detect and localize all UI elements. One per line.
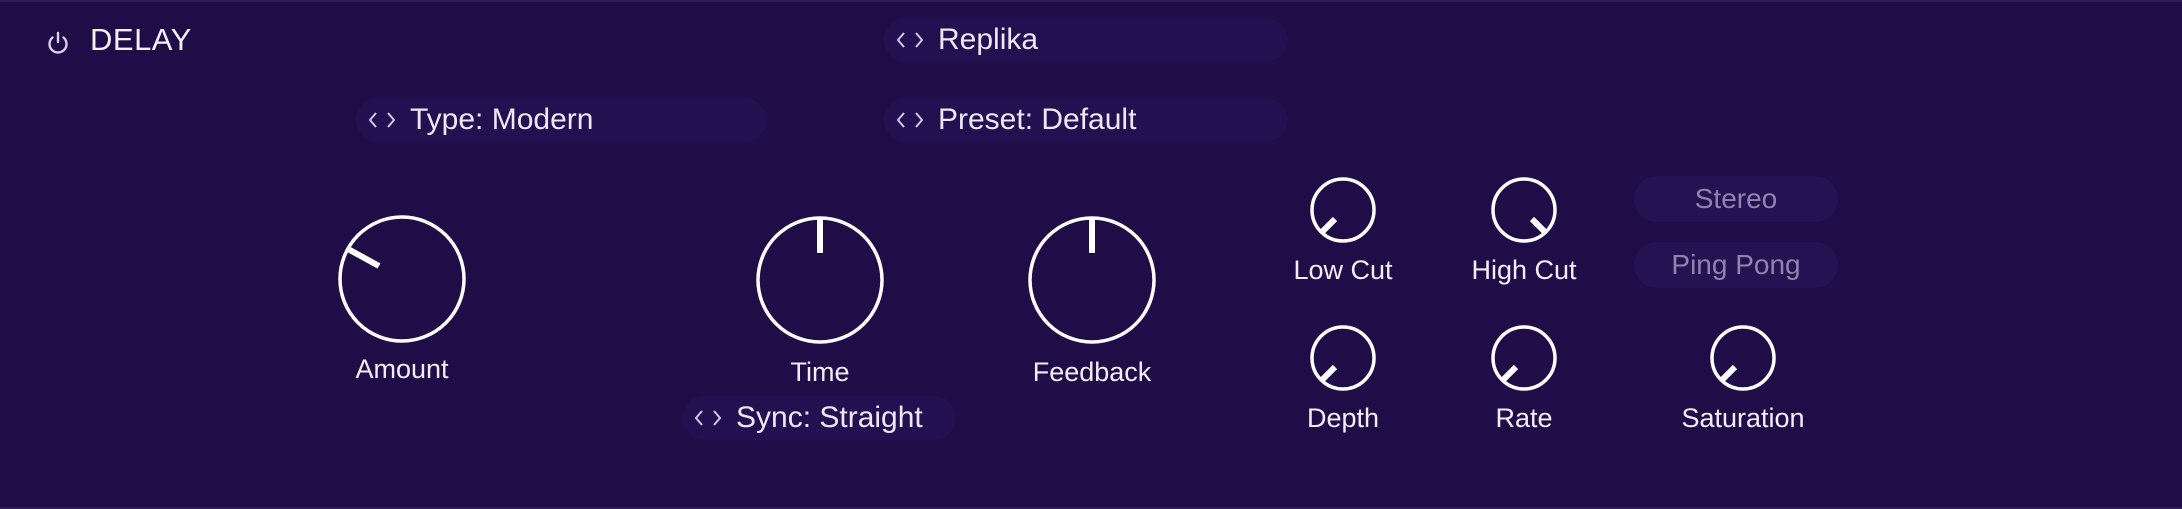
sync-selector-label: Sync: Straight	[736, 401, 923, 434]
saturation-knob[interactable]	[1709, 324, 1777, 392]
chevron-left-icon[interactable]	[896, 30, 906, 50]
rate-label: Rate	[1495, 403, 1553, 433]
chevron-left-icon[interactable]	[694, 408, 704, 428]
time-label: Time	[790, 357, 850, 387]
chevron-right-icon[interactable]	[914, 30, 924, 50]
plugin-selector-label: Replika	[938, 23, 1039, 56]
power-icon[interactable]	[44, 29, 72, 57]
delay-panel: DELAY Replika Type: Modern Preset: Defau…	[0, 0, 2182, 509]
low-cut-knob[interactable]	[1309, 176, 1377, 244]
preset-selector-label: Preset: Default	[938, 103, 1137, 136]
chevron-left-icon[interactable]	[896, 110, 906, 130]
chevron-left-icon[interactable]	[368, 110, 378, 130]
chevron-right-icon[interactable]	[386, 110, 396, 130]
sync-selector[interactable]: Sync: Straight	[682, 396, 956, 440]
type-selector[interactable]: Type: Modern	[356, 98, 766, 142]
preset-selector[interactable]: Preset: Default	[884, 98, 1288, 142]
type-selector-label: Type: Modern	[410, 103, 594, 136]
ping-pong-toggle[interactable]: Ping Pong	[1634, 242, 1838, 288]
depth-label: Depth	[1306, 403, 1380, 433]
time-knob[interactable]	[755, 215, 885, 345]
feedback-knob[interactable]	[1027, 215, 1157, 345]
saturation-label: Saturation	[1681, 403, 1805, 433]
amount-label: Amount	[355, 354, 449, 384]
rate-knob[interactable]	[1490, 324, 1558, 392]
chevron-right-icon[interactable]	[914, 110, 924, 130]
plugin-selector[interactable]: Replika	[884, 18, 1288, 62]
high-cut-knob[interactable]	[1490, 176, 1558, 244]
chevron-right-icon[interactable]	[712, 408, 722, 428]
module-title: DELAY	[90, 22, 192, 57]
depth-knob[interactable]	[1309, 324, 1377, 392]
amount-knob[interactable]	[337, 214, 467, 344]
feedback-label: Feedback	[1032, 357, 1152, 387]
low-cut-label: Low Cut	[1293, 255, 1393, 285]
stereo-toggle[interactable]: Stereo	[1634, 176, 1838, 222]
high-cut-label: High Cut	[1471, 255, 1577, 285]
